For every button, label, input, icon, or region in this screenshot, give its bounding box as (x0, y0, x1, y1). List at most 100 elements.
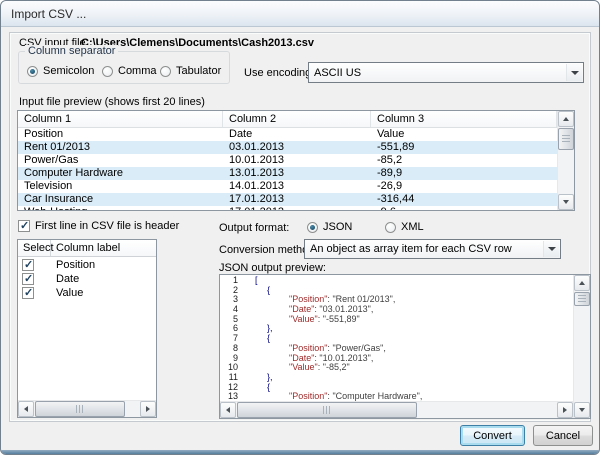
scroll-right-icon[interactable] (557, 402, 573, 418)
json-line: 11}, (220, 373, 573, 383)
radio-icon (102, 66, 113, 77)
json-token: }, (267, 323, 273, 333)
json-line-code: "Value": "-551,89" (238, 315, 573, 325)
list-item[interactable]: Date (18, 272, 156, 286)
json-line-code: }, (238, 373, 573, 383)
table-cell: 17.01.2013 (223, 193, 371, 206)
chevron-down-icon[interactable] (543, 241, 559, 257)
list-item[interactable]: Position (18, 258, 156, 272)
json-token: , (371, 353, 374, 363)
label-column-header[interactable]: Column label (51, 240, 156, 256)
scroll-down-icon[interactable] (558, 194, 574, 210)
scroll-up-icon[interactable] (558, 111, 574, 127)
column-header-3[interactable]: Column 3 (371, 111, 557, 127)
scroll-right-icon[interactable] (140, 401, 156, 417)
json-token: "Power/Gas" (332, 343, 383, 353)
conversion-method-value: An object as array item for each CSV row (305, 243, 512, 255)
json-token: "-551,89" (323, 314, 360, 324)
scroll-left-icon[interactable] (220, 402, 236, 418)
radio-comma[interactable]: Comma (102, 65, 157, 77)
column-checkbox[interactable] (22, 287, 34, 299)
preview-vertical-scrollbar[interactable] (557, 111, 574, 210)
preview-table-body: PositionDateValueRent 01/201303.01.2013-… (18, 128, 557, 210)
encoding-select[interactable]: ASCII US (308, 62, 584, 83)
column-checkbox[interactable] (22, 273, 34, 285)
radio-semicolon[interactable]: Semicolon (27, 65, 94, 77)
table-cell: 14.01.2013 (223, 180, 371, 193)
column-list-horizontal-scrollbar[interactable] (18, 400, 156, 417)
table-cell: Date (223, 128, 371, 141)
scrollbar-thumb[interactable] (574, 292, 590, 306)
radio-xml[interactable]: XML (385, 221, 424, 233)
json-line: 6}, (220, 324, 573, 334)
table-cell: Television (18, 180, 223, 193)
table-cell: Computer Hardware (18, 167, 223, 180)
scrollbar-thumb[interactable] (35, 401, 125, 417)
scroll-down-icon[interactable] (574, 402, 590, 418)
table-cell: 10.01.2013 (223, 154, 371, 167)
column-select-list: Select Column label PositionDateValue (17, 239, 157, 418)
list-item[interactable]: Value (18, 286, 156, 300)
chevron-down-icon[interactable] (566, 64, 582, 81)
table-cell: -85,2 (371, 154, 557, 167)
json-token: "-85,2" (323, 362, 350, 372)
json-token: "Date" (289, 304, 314, 314)
table-cell: -551,89 (371, 141, 557, 154)
json-token: }, (267, 372, 273, 382)
json-line: 2{ (220, 286, 573, 296)
json-code[interactable]: 1[2{3"Position": "Rent 01/2013",4"Date":… (220, 276, 573, 401)
table-row[interactable]: Car Insurance17.01.2013-316,44 (18, 193, 557, 206)
radio-json-label: JSON (323, 221, 352, 233)
json-token: "Value" (289, 362, 318, 372)
json-token: , (393, 294, 396, 304)
json-horizontal-scrollbar[interactable] (220, 401, 573, 418)
table-cell: Car Insurance (18, 193, 223, 206)
radio-xml-label: XML (401, 221, 424, 233)
table-row[interactable]: Web-Hosting17.01.2013-9,6 (18, 206, 557, 210)
column-label: Value (56, 286, 83, 300)
radio-icon (385, 222, 396, 233)
json-vertical-scrollbar[interactable] (573, 275, 590, 418)
scrollbar-thumb[interactable] (558, 128, 574, 150)
title-bar[interactable]: Import CSV ... (1, 1, 599, 27)
radio-json[interactable]: JSON (307, 221, 352, 233)
table-cell: Rent 01/2013 (18, 141, 223, 154)
table-row[interactable]: Rent 01/201303.01.2013-551,89 (18, 141, 557, 154)
encoding-value: ASCII US (309, 67, 361, 79)
table-row[interactable]: Computer Hardware13.01.2013-89,9 (18, 167, 557, 180)
table-cell: -89,9 (371, 167, 557, 180)
radio-icon (307, 222, 318, 233)
json-token: , (420, 391, 423, 401)
convert-button[interactable]: Convert (460, 425, 525, 446)
scroll-up-icon[interactable] (574, 275, 590, 291)
scroll-left-icon[interactable] (18, 401, 34, 417)
conversion-method-select[interactable]: An object as array item for each CSV row (304, 239, 561, 259)
column-checkbox[interactable] (22, 259, 34, 271)
column-label: Position (56, 258, 95, 272)
json-token: "Value" (289, 314, 318, 324)
cancel-button[interactable]: Cancel (533, 425, 593, 446)
radio-tabulator[interactable]: Tabulator (160, 65, 221, 77)
select-column-header[interactable]: Select (18, 240, 51, 256)
radio-semicolon-label: Semicolon (43, 65, 94, 77)
column-list-body: PositionDateValue (18, 258, 156, 400)
column-header-2[interactable]: Column 2 (223, 111, 371, 127)
json-line: 7{ (220, 334, 573, 344)
table-row[interactable]: Television14.01.2013-26,9 (18, 180, 557, 193)
table-cell: Power/Gas (18, 154, 223, 167)
json-token: , (383, 343, 386, 353)
table-row[interactable]: Power/Gas10.01.2013-85,2 (18, 154, 557, 167)
input-preview-label: Input file preview (shows first 20 lines… (19, 96, 205, 108)
json-line: 1[ (220, 276, 573, 286)
radio-comma-label: Comma (118, 65, 157, 77)
json-token: "03.01.2013" (319, 304, 370, 314)
json-token: { (267, 382, 270, 392)
column-header-1[interactable]: Column 1 (18, 111, 223, 127)
scrollbar-thumb[interactable] (237, 402, 417, 418)
json-line-code: "Position": "Computer Hardware", (238, 392, 573, 401)
json-token: "Position" (289, 391, 327, 401)
table-cell: -9,6 (371, 206, 557, 210)
radio-icon (27, 66, 38, 77)
table-row[interactable]: PositionDateValue (18, 128, 557, 141)
first-line-header-checkbox[interactable]: First line in CSV file is header (18, 220, 179, 232)
